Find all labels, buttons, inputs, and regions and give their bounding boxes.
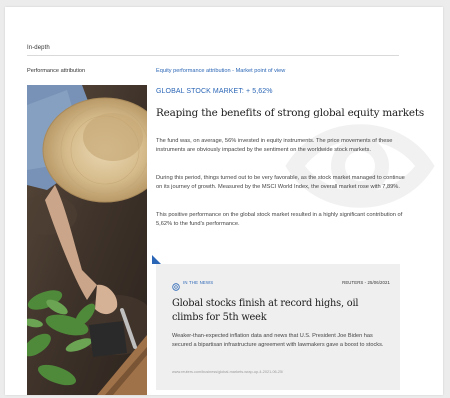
article-title: Reaping the benefits of strong global eq…: [156, 107, 424, 119]
news-tag: IN THE NEWS: [183, 279, 214, 285]
gardener-photo: [27, 85, 147, 395]
attribution-link[interactable]: Equity performance attribution - Market …: [156, 68, 285, 74]
news-url-link[interactable]: www.reuters.com/business/global-markets-…: [172, 370, 283, 374]
news-card: IN THE NEWS REUTERS - 25/06/2021 Global …: [152, 255, 400, 390]
news-body: Weaker-than-expected inflation data and …: [172, 333, 384, 349]
attribution-label: Performance attribution: [27, 68, 86, 74]
article-kicker: GLOBAL STOCK MARKET: + 5,62%: [156, 88, 273, 95]
article-paragraph: This positive performance on the global …: [156, 212, 403, 228]
news-title[interactable]: Global stocks finish at record highs, oi…: [172, 297, 392, 324]
article-paragraph: During this period, things turned out to…: [156, 175, 405, 191]
article-paragraph: The fund was, on average, 56% invested i…: [156, 138, 393, 154]
news-globe-icon: [172, 278, 180, 291]
news-corner-marker: [152, 255, 161, 264]
report-page: In-depth Performance attribution Equity …: [5, 7, 443, 395]
divider: [27, 55, 399, 56]
news-source: REUTERS - 25/06/2021: [342, 279, 390, 285]
section-label: In-depth: [27, 45, 50, 51]
